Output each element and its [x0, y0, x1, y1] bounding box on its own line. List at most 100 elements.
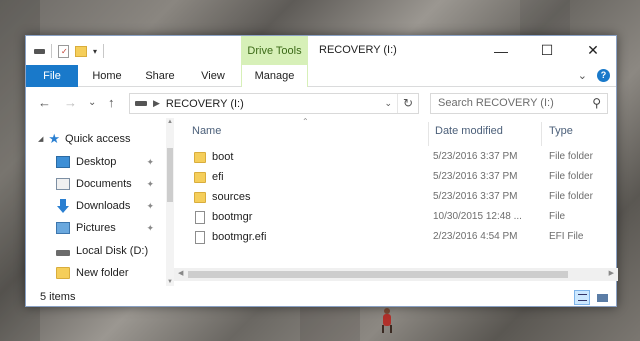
- file-date: 5/23/2016 3:37 PM: [433, 171, 518, 182]
- address-bar[interactable]: ▶ RECOVERY (I:) ⌄ ↻: [129, 93, 419, 114]
- tab-home[interactable]: Home: [84, 65, 130, 87]
- item-count: 5 items: [40, 291, 76, 303]
- star-icon: ★: [48, 131, 61, 146]
- tab-file[interactable]: File: [26, 65, 78, 87]
- scrollbar-thumb[interactable]: [167, 148, 173, 202]
- nav-item-pictures[interactable]: Pictures ✦: [26, 217, 166, 239]
- close-button[interactable]: ✕: [570, 36, 616, 65]
- new-folder-icon[interactable]: [75, 45, 87, 57]
- column-header-date[interactable]: Date modified: [435, 125, 503, 137]
- qa-separator: [51, 44, 52, 58]
- desktop-icon: [56, 156, 70, 168]
- customize-qa-icon[interactable]: ▾: [93, 47, 97, 56]
- expand-ribbon-icon[interactable]: ⌄: [578, 69, 587, 82]
- pictures-icon: [56, 222, 70, 234]
- file-row-boot[interactable]: boot 5/23/2016 3:37 PM File folder: [174, 148, 618, 168]
- qa-separator: [103, 44, 105, 58]
- wallpaper-streak: [520, 0, 570, 35]
- column-header-type[interactable]: Type: [549, 125, 573, 137]
- scrollbar-thumb[interactable]: [188, 271, 568, 278]
- tab-manage[interactable]: Manage: [241, 65, 308, 87]
- nav-item-downloads[interactable]: Downloads ✦: [26, 195, 166, 217]
- window-controls: — ☐ ✕: [478, 36, 616, 65]
- file-row-bootmgr-efi[interactable]: bootmgr.efi 2/23/2016 4:54 PM EFI File: [174, 228, 618, 248]
- nav-item-documents[interactable]: Documents ✦: [26, 173, 166, 195]
- pin-icon: ✦: [146, 201, 154, 211]
- ribbon-tabs: File Home Share View Manage ⌄ ?: [26, 65, 616, 87]
- scroll-up-icon[interactable]: ▲: [166, 119, 174, 125]
- up-button[interactable]: ↑: [108, 95, 115, 110]
- file-type: File folder: [549, 151, 593, 162]
- drive-icon: [135, 101, 147, 106]
- tab-view[interactable]: View: [190, 65, 236, 87]
- back-button[interactable]: ←: [38, 95, 51, 110]
- search-icon: ⚲: [592, 96, 601, 110]
- window-title: RECOVERY (I:): [319, 44, 397, 56]
- file-row-efi[interactable]: efi 5/23/2016 3:37 PM File folder: [174, 168, 618, 188]
- search-placeholder: Search RECOVERY (I:): [438, 97, 554, 109]
- file-name: bootmgr.efi: [212, 231, 267, 243]
- file-row-sources[interactable]: sources 5/23/2016 3:37 PM File folder: [174, 188, 618, 208]
- nav-item-label: New folder: [76, 267, 129, 279]
- help-icon[interactable]: ?: [597, 69, 610, 82]
- file-date: 2/23/2016 4:54 PM: [433, 231, 518, 242]
- ribbon-right-controls: ⌄ ?: [578, 69, 610, 82]
- file-list: ⌃ Name Date modified Type boot 5/23/2016…: [174, 117, 618, 286]
- file-date: 10/30/2015 12:48 ...: [433, 211, 522, 222]
- minimize-button[interactable]: —: [478, 36, 524, 65]
- column-divider[interactable]: [541, 122, 542, 146]
- refresh-button[interactable]: ↻: [397, 94, 418, 113]
- nav-item-label: Local Disk (D:): [76, 245, 149, 257]
- folder-icon: [194, 172, 206, 183]
- file-icon: [195, 211, 205, 224]
- nav-item-label: Desktop: [76, 156, 117, 168]
- chevron-right-icon[interactable]: ▶: [153, 98, 160, 109]
- nav-item-label: Pictures: [76, 222, 116, 234]
- tab-share[interactable]: Share: [136, 65, 184, 87]
- column-header-name[interactable]: Name: [192, 125, 221, 137]
- pin-icon: ✦: [146, 223, 154, 233]
- nav-item-new-folder[interactable]: New folder: [26, 262, 166, 284]
- file-name: bootmgr: [212, 211, 253, 223]
- pin-icon: ✦: [146, 157, 154, 167]
- properties-icon[interactable]: ✓: [58, 44, 69, 58]
- breadcrumb-recovery[interactable]: RECOVERY (I:): [166, 98, 244, 110]
- title-bar: ✓ ▾ Drive Tools RECOVERY (I:) — ☐ ✕: [26, 36, 616, 65]
- nav-item-quick-access[interactable]: ◢ ★ Quick access: [26, 128, 166, 150]
- forward-button[interactable]: →: [64, 95, 77, 110]
- nav-item-label: Downloads: [76, 200, 131, 212]
- scroll-right-icon[interactable]: ▶: [609, 269, 614, 277]
- search-input[interactable]: Search RECOVERY (I:) ⚲: [430, 93, 608, 114]
- drive-icon[interactable]: [34, 48, 45, 54]
- pin-icon: ✦: [146, 179, 154, 189]
- quick-access-toolbar: ✓ ▾: [34, 44, 105, 58]
- nav-pane-scrollbar[interactable]: ▲ ▼: [166, 118, 174, 286]
- drive-tools-contextual-tab: Drive Tools: [241, 36, 308, 65]
- documents-icon: [56, 178, 70, 190]
- sort-ascending-icon: ⌃: [302, 117, 309, 126]
- details-view-button[interactable]: [574, 290, 590, 305]
- file-date: 5/23/2016 3:37 PM: [433, 151, 518, 162]
- file-name: sources: [212, 191, 251, 203]
- scroll-left-icon[interactable]: ◀: [178, 269, 183, 277]
- nav-item-local-disk[interactable]: Local Disk (D:): [26, 240, 166, 262]
- file-type: File folder: [549, 171, 593, 182]
- file-type: File folder: [549, 191, 593, 202]
- drive-icon: [56, 250, 70, 256]
- nav-item-desktop[interactable]: Desktop ✦: [26, 151, 166, 173]
- nav-item-label: Quick access: [65, 133, 131, 145]
- recent-locations-button[interactable]: ⌄: [88, 97, 96, 108]
- scroll-down-icon[interactable]: ▼: [166, 279, 174, 285]
- file-name: efi: [212, 171, 224, 183]
- file-type: File: [549, 211, 566, 222]
- chevron-down-icon[interactable]: ⌄: [384, 98, 392, 109]
- file-row-bootmgr[interactable]: bootmgr 10/30/2015 12:48 ... File: [174, 208, 618, 228]
- status-bar: 5 items: [26, 286, 616, 308]
- horizontal-scrollbar[interactable]: ◀ ▶: [174, 268, 618, 281]
- column-divider[interactable]: [428, 122, 429, 146]
- nav-item-label: Documents: [76, 178, 132, 190]
- chevron-expanded-icon[interactable]: ◢: [38, 135, 43, 143]
- file-explorer-window: ✓ ▾ Drive Tools RECOVERY (I:) — ☐ ✕ File…: [25, 35, 618, 308]
- maximize-button[interactable]: ☐: [524, 36, 570, 65]
- large-icons-view-button[interactable]: [594, 290, 610, 305]
